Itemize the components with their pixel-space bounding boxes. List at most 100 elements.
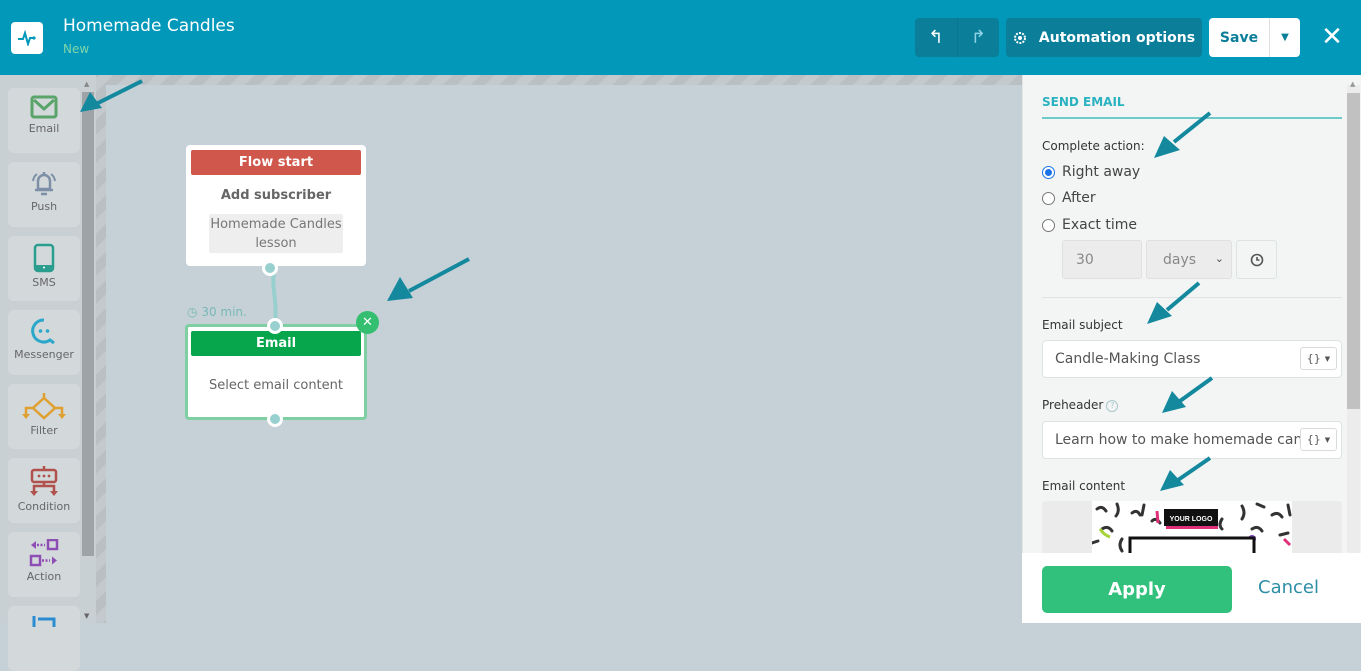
sidebar-item-email[interactable]: Email: [8, 88, 80, 153]
radio-exact-time[interactable]: Exact time: [1042, 217, 1137, 233]
output-port[interactable]: [267, 411, 283, 427]
email-node[interactable]: Email Select email content: [185, 324, 367, 420]
braces-icon: {}: [1306, 433, 1321, 446]
apply-button[interactable]: Apply: [1042, 566, 1232, 613]
sidebar-item-label: Condition: [17, 500, 71, 513]
sidebar-item-action[interactable]: Action: [8, 532, 80, 597]
preheader-value: Learn how to make homemade candles: [1055, 432, 1332, 448]
email-template-thumbnail: YOUR LOGO: [1092, 501, 1292, 553]
cancel-button[interactable]: Cancel: [1258, 577, 1319, 598]
envelope-icon: [30, 95, 58, 119]
panel-title-underline: [1042, 117, 1342, 119]
phone-icon: [33, 243, 55, 273]
clock-icon: [1250, 253, 1263, 266]
preheader-input[interactable]: Learn how to make homemade candles {} ▼: [1042, 421, 1342, 459]
email-subject-label: Email subject: [1042, 318, 1123, 332]
radio-label: Exact time: [1062, 217, 1137, 233]
pattern-graphic: YOUR LOGO: [1092, 502, 1292, 553]
delay-value-input[interactable]: 30: [1062, 240, 1142, 279]
save-dropdown-button[interactable]: ▼: [1269, 18, 1300, 57]
delay-label: ◷ 30 min.: [187, 305, 247, 319]
undo-button[interactable]: ↰: [915, 18, 957, 57]
radio-label: After: [1062, 190, 1096, 206]
caret-down-icon: ▼: [1281, 32, 1289, 43]
history-controls: ↰ ↱: [915, 18, 999, 57]
clock-icon: ◷: [187, 305, 198, 319]
scroll-up-icon[interactable]: ▲: [1350, 80, 1355, 88]
sidebar-item-label: Messenger: [14, 348, 74, 361]
close-icon: ✕: [362, 315, 373, 330]
email-subject-value: Candle-Making Class: [1055, 351, 1201, 367]
sidebar-scroll-thumb[interactable]: [82, 92, 94, 556]
output-port[interactable]: [262, 260, 278, 276]
radio-right-away[interactable]: Right away: [1042, 164, 1140, 180]
status-label: New: [63, 42, 90, 56]
bell-icon: [32, 172, 56, 196]
complete-action-label: Complete action:: [1042, 139, 1145, 153]
preheader-label-text: Preheader: [1042, 398, 1104, 412]
email-node-header: Email: [191, 331, 361, 356]
radio-button[interactable]: [1042, 191, 1055, 205]
app-logo: [11, 22, 43, 54]
radio-label: Right away: [1062, 164, 1141, 180]
email-content-label: Email content: [1042, 479, 1126, 493]
segment-icon: [32, 616, 56, 627]
scroll-up-icon[interactable]: ▲: [84, 80, 89, 88]
gear-icon: [1013, 31, 1026, 44]
save-group: Save ▼: [1209, 18, 1300, 57]
chevron-down-icon: ⌄: [1214, 252, 1224, 265]
save-button[interactable]: Save: [1209, 18, 1269, 57]
close-icon: ✕: [1321, 22, 1343, 52]
delete-node-button[interactable]: ✕: [356, 311, 379, 334]
insert-variable-button[interactable]: {} ▼: [1300, 347, 1337, 370]
flow-start-title: Add subscriber: [220, 188, 332, 203]
sidebar-item-sms[interactable]: SMS: [8, 236, 80, 301]
caret-down-icon: ▼: [1324, 435, 1331, 444]
redo-icon: ↱: [970, 27, 986, 48]
sidebar-item-more[interactable]: [8, 606, 80, 671]
delay-unit-select[interactable]: days ⌄: [1146, 240, 1232, 279]
sidebar-item-label: Email: [28, 122, 60, 135]
automation-options-label: Automation options: [1038, 29, 1196, 46]
sidebar-item-label: SMS: [32, 276, 56, 289]
sidebar-item-filter[interactable]: Filter: [8, 384, 80, 449]
sidebar-item-condition[interactable]: Condition: [8, 458, 80, 523]
email-node-body: Select email content: [209, 378, 343, 393]
sidebar-item-push[interactable]: Push: [8, 162, 80, 227]
action-icon: [29, 539, 59, 567]
chat-icon: [31, 318, 55, 345]
panel-scroll-thumb[interactable]: [1347, 93, 1360, 409]
automation-title: Homemade Candles: [63, 16, 235, 36]
sidebar-item-label: Push: [30, 200, 58, 213]
flow-start-node[interactable]: Flow start Add subscriber Homemade Candl…: [186, 145, 366, 266]
redo-button[interactable]: ↱: [956, 18, 1000, 57]
panel-title: SEND EMAIL: [1042, 95, 1125, 109]
close-button[interactable]: ✕: [1318, 22, 1346, 52]
insert-variable-button[interactable]: {} ▼: [1300, 428, 1337, 451]
sidebar-item-label: Filter: [30, 424, 58, 437]
scroll-down-icon[interactable]: ▼: [84, 612, 89, 620]
undo-icon: ↰: [928, 27, 944, 48]
sidebar-item-label: Action: [26, 570, 62, 583]
logo-placeholder-text: YOUR LOGO: [1170, 516, 1213, 523]
automation-options-button[interactable]: Automation options: [1006, 18, 1202, 57]
email-content-preview[interactable]: YOUR LOGO: [1042, 501, 1342, 553]
input-port[interactable]: [267, 318, 283, 334]
divider: [1042, 297, 1342, 298]
filter-icon: [22, 393, 66, 420]
radio-button[interactable]: [1042, 165, 1055, 179]
help-icon[interactable]: ?: [1106, 399, 1119, 412]
radio-button[interactable]: [1042, 218, 1055, 232]
preheader-label: Preheader?: [1042, 398, 1119, 412]
pulse-icon: [18, 30, 36, 46]
time-picker-button[interactable]: [1236, 240, 1277, 279]
caret-down-icon: ▼: [1324, 354, 1331, 363]
flow-start-header: Flow start: [191, 150, 361, 175]
delay-unit-value: days: [1163, 252, 1197, 268]
flow-start-tag: Homemade Candles lesson: [209, 214, 343, 253]
condition-icon: [30, 466, 58, 496]
email-subject-input[interactable]: Candle-Making Class {} ▼: [1042, 340, 1342, 378]
braces-icon: {}: [1306, 352, 1321, 365]
sidebar-item-messenger[interactable]: Messenger: [8, 310, 80, 375]
radio-after[interactable]: After: [1042, 190, 1096, 206]
